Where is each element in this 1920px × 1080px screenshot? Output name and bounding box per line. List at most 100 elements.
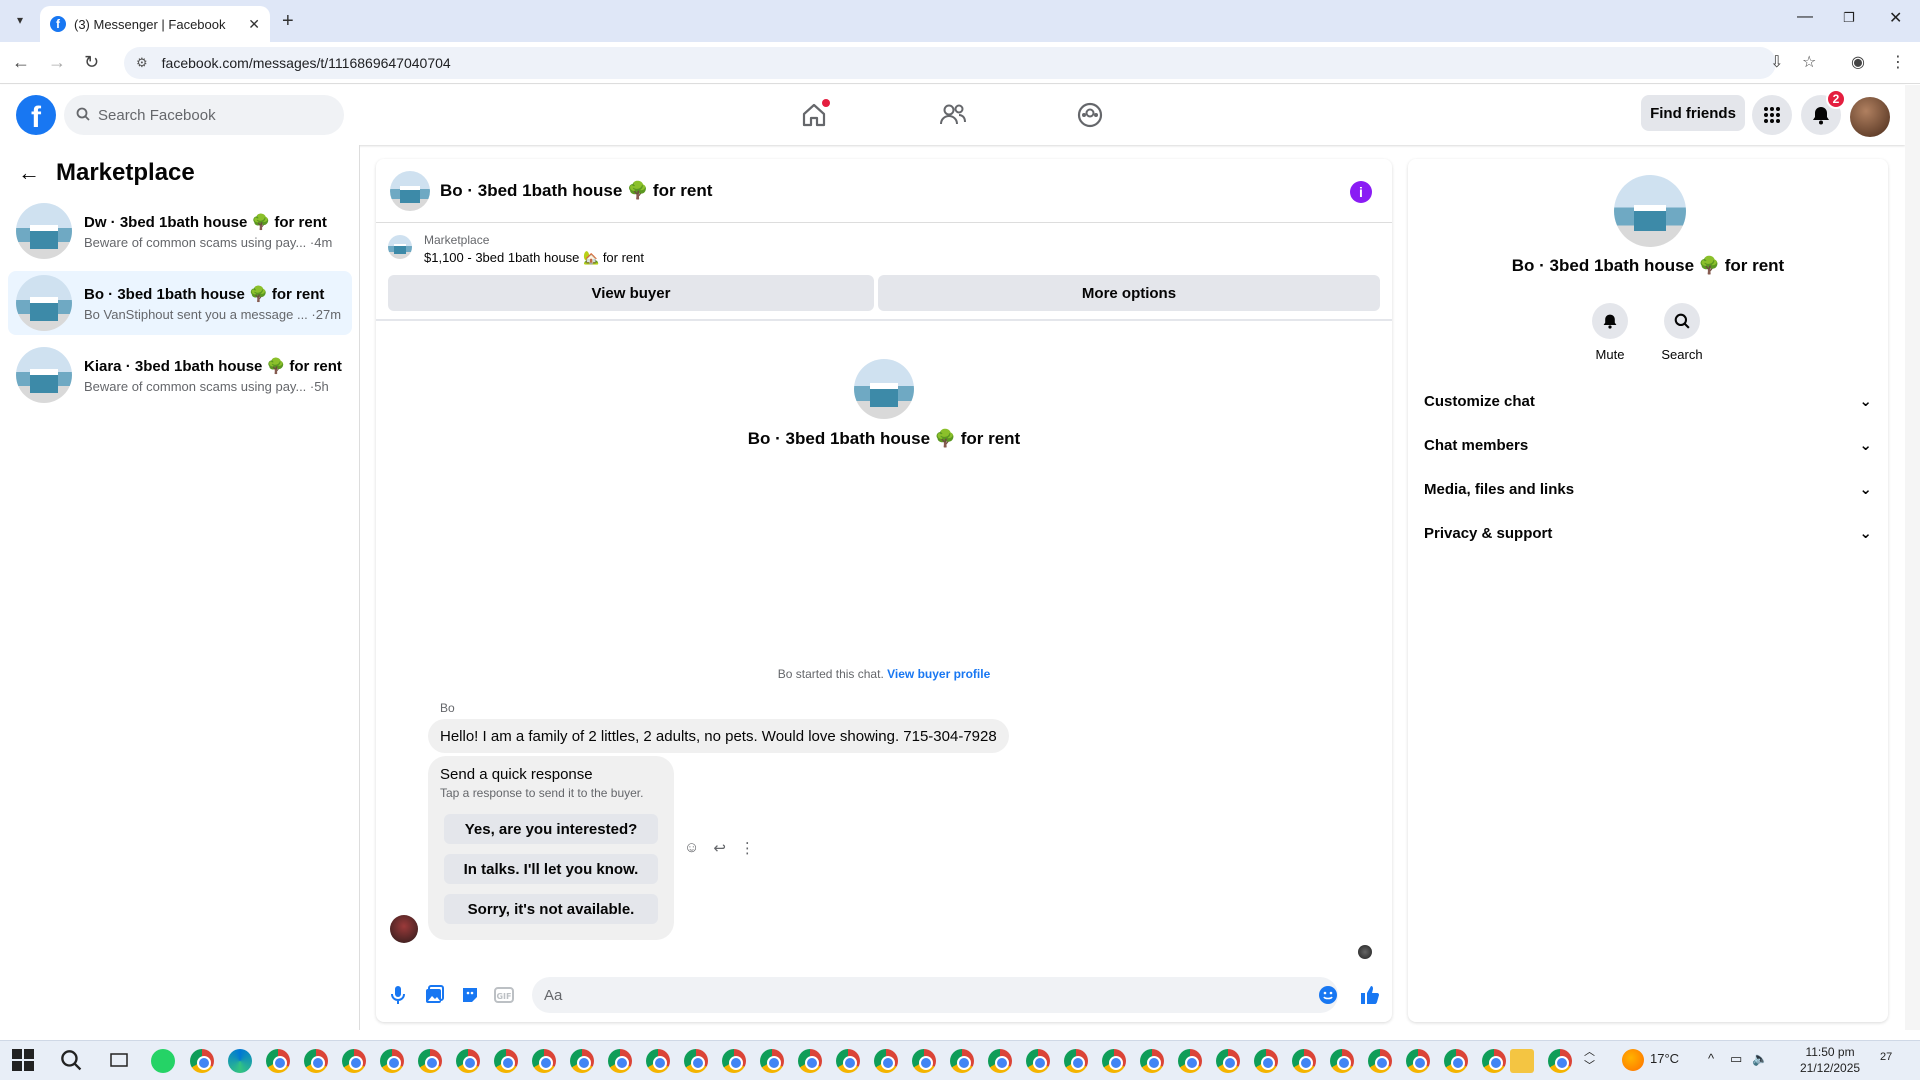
privacy-support-section[interactable]: Privacy & support ⌄ xyxy=(1424,513,1872,553)
customize-chat-section[interactable]: Customize chat ⌄ xyxy=(1424,381,1872,421)
chrome-icon[interactable] xyxy=(1254,1049,1278,1073)
url-field[interactable]: ⚙ facebook.com/messages/t/11168696470407… xyxy=(124,47,1776,79)
chrome-icon[interactable] xyxy=(1292,1049,1316,1073)
chrome-icon[interactable] xyxy=(1178,1049,1202,1073)
edge-icon[interactable] xyxy=(228,1049,252,1073)
file-explorer-icon[interactable] xyxy=(1510,1049,1534,1073)
network-icon[interactable]: ▭ xyxy=(1730,1051,1742,1067)
chrome-icon[interactable] xyxy=(380,1049,404,1073)
chrome-icon[interactable] xyxy=(304,1049,328,1073)
chrome-icon[interactable] xyxy=(1064,1049,1088,1073)
chrome-icon[interactable] xyxy=(684,1049,708,1073)
chrome-icon[interactable] xyxy=(608,1049,632,1073)
clock[interactable]: 11:50 pm 21/12/2025 xyxy=(1800,1044,1860,1076)
chrome-icon[interactable] xyxy=(1216,1049,1240,1073)
forward-icon[interactable]: → xyxy=(48,52,66,73)
chrome-icon[interactable] xyxy=(988,1049,1012,1073)
chrome-icon[interactable] xyxy=(836,1049,860,1073)
chrome-icon[interactable] xyxy=(798,1049,822,1073)
reply-icon[interactable]: ↩ xyxy=(713,839,726,857)
close-window-icon[interactable]: ✕ xyxy=(1889,8,1902,28)
browser-tab[interactable]: f (3) Messenger | Facebook ✕ xyxy=(40,6,270,42)
back-icon[interactable]: ← xyxy=(12,52,30,73)
minimize-icon[interactable]: — xyxy=(1797,8,1813,26)
microphone-icon[interactable] xyxy=(388,985,408,1005)
chrome-icon[interactable] xyxy=(266,1049,290,1073)
chrome-icon[interactable] xyxy=(646,1049,670,1073)
chat-members-section[interactable]: Chat members ⌄ xyxy=(1424,425,1872,465)
page-scrollbar[interactable] xyxy=(1905,85,1920,1030)
groups-icon[interactable] xyxy=(1074,99,1106,131)
chrome-icon[interactable] xyxy=(1330,1049,1354,1073)
conversation-item-active[interactable]: Bo · 3bed 1bath house 🌳 for rent Bo VanS… xyxy=(8,271,352,335)
conversation-item[interactable]: Dw · 3bed 1bath house 🌳 for rent Beware … xyxy=(8,199,352,263)
temperature[interactable]: 17°C xyxy=(1650,1051,1679,1066)
more-options-button[interactable]: More options xyxy=(878,275,1380,311)
weather-icon[interactable] xyxy=(1622,1049,1644,1071)
chrome-icon[interactable] xyxy=(912,1049,936,1073)
react-emoji-icon[interactable]: ☺ xyxy=(684,839,699,857)
chrome-icon[interactable] xyxy=(1444,1049,1468,1073)
chat-avatar[interactable] xyxy=(390,171,430,211)
menu-grid-icon[interactable] xyxy=(1752,95,1792,135)
menu-icon[interactable]: ⋮ xyxy=(1890,52,1906,72)
message-input[interactable]: Aa xyxy=(532,977,1338,1013)
chrome-icon[interactable] xyxy=(1548,1049,1572,1073)
listing-price-title[interactable]: $1,100 - 3bed 1bath house 🏡 for rent xyxy=(424,250,644,266)
chrome-icon[interactable] xyxy=(342,1049,366,1073)
mute-button[interactable]: Mute xyxy=(1580,303,1640,362)
chrome-icon[interactable] xyxy=(722,1049,746,1073)
photo-icon[interactable] xyxy=(424,985,444,1005)
media-files-links-section[interactable]: Media, files and links ⌄ xyxy=(1424,469,1872,509)
gif-icon[interactable]: GIF xyxy=(494,985,514,1005)
tab-list-chevron-icon[interactable]: ▾ xyxy=(8,8,32,32)
sender-avatar[interactable] xyxy=(390,915,418,943)
quick-response-option[interactable]: Sorry, it's not available. xyxy=(444,894,658,924)
chrome-icon[interactable] xyxy=(418,1049,442,1073)
chrome-icon[interactable] xyxy=(874,1049,898,1073)
sticker-icon[interactable] xyxy=(460,985,480,1005)
windows-start-icon[interactable] xyxy=(12,1049,36,1073)
chrome-icon[interactable] xyxy=(456,1049,480,1073)
site-info-icon[interactable]: ⚙ xyxy=(136,55,148,71)
bookmark-star-icon[interactable]: ☆ xyxy=(1802,52,1816,72)
details-profile-picture[interactable] xyxy=(1614,175,1686,247)
task-view-icon[interactable] xyxy=(108,1049,132,1073)
view-buyer-button[interactable]: View buyer xyxy=(388,275,874,311)
chrome-icon[interactable] xyxy=(950,1049,974,1073)
chrome-icon[interactable] xyxy=(570,1049,594,1073)
info-icon[interactable]: i xyxy=(1350,181,1372,203)
friends-icon[interactable] xyxy=(937,99,969,131)
volume-icon[interactable]: 🔈 xyxy=(1752,1051,1768,1067)
chrome-icon[interactable] xyxy=(494,1049,518,1073)
chrome-icon[interactable] xyxy=(190,1049,214,1073)
chat-title[interactable]: Bo · 3bed 1bath house 🌳 for rent xyxy=(440,181,712,201)
whatsapp-icon[interactable] xyxy=(151,1049,175,1073)
profile-icon[interactable]: ◉ xyxy=(1851,52,1865,72)
message-bubble[interactable]: Hello! I am a family of 2 littles, 2 adu… xyxy=(428,719,1009,753)
taskbar-overflow-arrows-icon[interactable]: ︿ ﹀ xyxy=(1584,1045,1595,1073)
reload-icon[interactable]: ↻ xyxy=(84,52,99,73)
install-app-icon[interactable]: ⇩ xyxy=(1770,52,1783,72)
chrome-icon[interactable] xyxy=(1026,1049,1050,1073)
chrome-icon[interactable] xyxy=(1406,1049,1430,1073)
chrome-icon[interactable] xyxy=(532,1049,556,1073)
notification-center-icon[interactable]: 27 xyxy=(1880,1051,1892,1063)
new-tab-button[interactable]: + xyxy=(282,10,294,33)
more-actions-icon[interactable]: ⋮ xyxy=(740,839,755,857)
conversation-item[interactable]: Kiara · 3bed 1bath house 🌳 for rent Bewa… xyxy=(8,343,352,407)
chrome-icon[interactable] xyxy=(1102,1049,1126,1073)
chat-profile-picture[interactable] xyxy=(854,359,914,419)
view-buyer-profile-link[interactable]: View buyer profile xyxy=(887,667,990,681)
find-friends-button[interactable]: Find friends xyxy=(1641,95,1745,131)
restore-icon[interactable]: ❐ xyxy=(1843,10,1855,26)
facebook-logo-icon[interactable]: f xyxy=(16,95,56,135)
chrome-icon[interactable] xyxy=(1140,1049,1164,1073)
search-in-chat-button[interactable]: Search xyxy=(1652,303,1712,362)
chrome-icon[interactable] xyxy=(760,1049,784,1073)
show-hidden-icons-icon[interactable]: ^ xyxy=(1708,1051,1714,1066)
search-icon[interactable] xyxy=(60,1049,84,1073)
account-avatar[interactable] xyxy=(1850,97,1890,137)
quick-response-option[interactable]: In talks. I'll let you know. xyxy=(444,854,658,884)
chrome-icon[interactable] xyxy=(1482,1049,1506,1073)
